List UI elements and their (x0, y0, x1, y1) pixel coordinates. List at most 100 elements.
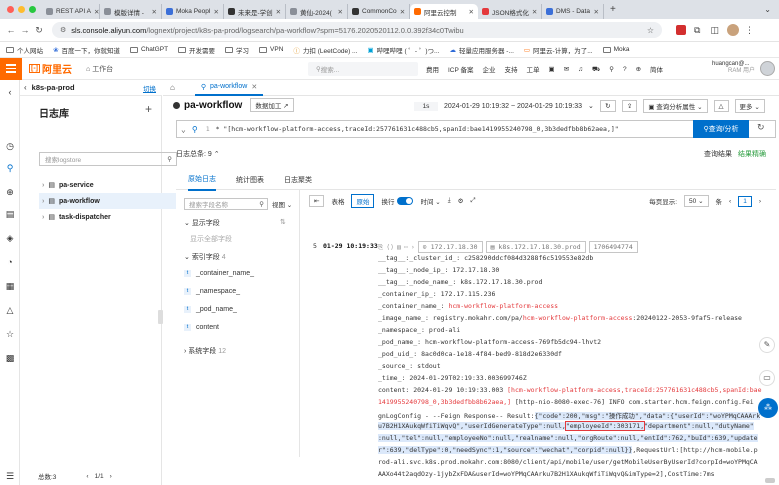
grid-icon[interactable]: ▩ (4, 352, 16, 364)
query-analysis-button[interactable]: ▣ 查询分析属性 ⌄ (643, 99, 708, 113)
browser-tab[interactable]: REST API A ✕ (42, 4, 100, 19)
collapse-icon[interactable]: ⇤ (309, 195, 325, 207)
top-link-ticket[interactable]: 工单 (527, 64, 540, 74)
context-icon[interactable]: ▥ (397, 243, 401, 251)
chevron-up-icon[interactable]: ⌃ (212, 151, 220, 158)
bookmark-item[interactable]: Moka (602, 46, 630, 53)
hamburger-menu-button[interactable] (0, 57, 22, 80)
workspace-link[interactable]: ⌂ 工作台 (86, 64, 113, 74)
tab-pa-workflow[interactable]: ⚲ pa-workflow ✕ (194, 80, 264, 96)
tab-charts[interactable]: 统计图表 (236, 175, 264, 185)
sidebar-icon[interactable]: ◫ (710, 25, 719, 36)
sort-icon[interactable]: ⇅ (280, 218, 286, 226)
field-item[interactable]: t _namespace_ (184, 288, 240, 295)
next-page-icon[interactable]: › (110, 473, 112, 480)
zoom-icon[interactable]: ⊕ (4, 186, 16, 198)
chevron-down-icon[interactable]: ⌄ (588, 102, 594, 110)
globe-icon[interactable]: ⊕ (636, 65, 641, 73)
console-search-input[interactable]: ⚲ 搜索... (308, 62, 418, 76)
download-icon[interactable]: ⤓ (448, 197, 451, 205)
mail-icon[interactable]: ✉ (564, 65, 569, 73)
site-settings-icon[interactable]: ⚙ (60, 26, 66, 34)
refresh-query-icon[interactable]: ↻ (757, 122, 765, 133)
assistant-icon[interactable]: ⁂ (758, 398, 778, 418)
expand-icon[interactable]: ⤢ (470, 197, 475, 205)
chevron-down-icon[interactable]: ⌄ (181, 125, 186, 134)
switch-project-link[interactable]: 切换 (143, 83, 156, 93)
top-link-enterprise[interactable]: 企业 (483, 64, 496, 74)
close-tab-icon[interactable]: ✕ (532, 8, 537, 16)
view-select[interactable]: 视图 ⌄ (272, 199, 292, 209)
toggle-switch[interactable] (397, 197, 414, 205)
bookmark-item[interactable]: 个人网站 (6, 45, 43, 55)
bookmark-item[interactable]: ▭ 阿里云-计算，为了... (524, 45, 593, 55)
help-icon[interactable]: ? (623, 66, 627, 73)
search-icon[interactable]: ⚲ (4, 162, 16, 174)
logstore-item-active[interactable]: › ▤ pa-workflow (39, 193, 176, 209)
close-icon[interactable]: ✕ (251, 83, 257, 91)
shown-fields-header[interactable]: ⌄ 显示字段 ⇅ (184, 218, 286, 228)
star-icon[interactable]: ☆ (4, 328, 16, 340)
field-item[interactable]: t _container_name_ (184, 270, 254, 277)
aliyun-logo[interactable]: [-] 阿里云 (29, 61, 72, 76)
scroll-handle[interactable] (765, 478, 775, 483)
new-tab-button[interactable]: + (610, 4, 616, 15)
chat-icon[interactable]: ▭ (759, 370, 775, 386)
terminal-icon[interactable]: ▣ (549, 65, 555, 73)
zoom-window-button[interactable] (29, 6, 36, 13)
logstore-item[interactable]: › ▤ task-dispatcher (39, 209, 176, 225)
top-link-fee[interactable]: 费用 (426, 64, 439, 74)
puzzle-icon[interactable]: ⧉ (694, 25, 700, 36)
alert-icon[interactable]: △ (713, 100, 729, 112)
system-fields-header[interactable]: › 系统字段 12 (184, 346, 226, 356)
close-tab-icon[interactable]: ✕ (594, 8, 599, 16)
bookmark-item[interactable]: ❀ 百度一下，你就知道 (53, 45, 120, 55)
browser-tab[interactable]: 模版详情 - ✕ (100, 4, 162, 19)
tab-list-chevron-icon[interactable]: ⌄ (764, 5, 771, 14)
share-icon[interactable]: ⇪ (621, 100, 638, 112)
browser-tab[interactable]: CommonCo ✕ (348, 4, 410, 19)
language-switch[interactable]: 简体 (650, 64, 663, 74)
clock-icon[interactable]: ◷ (4, 140, 16, 152)
prev-page-icon[interactable]: ‹ (86, 473, 88, 480)
close-tab-icon[interactable]: ✕ (469, 8, 474, 16)
bell-icon[interactable]: ♫ (578, 66, 583, 73)
field-item[interactable]: t content (184, 324, 219, 331)
menu-kebab-icon[interactable]: ⋮ (745, 25, 754, 36)
time-sort-button[interactable]: 时间 ⌄ (420, 196, 440, 206)
copy-icon[interactable]: ⎘ (378, 243, 383, 252)
code-icon[interactable]: ⟨⟩ (386, 243, 394, 251)
chart-icon[interactable]: ◔ (4, 256, 16, 268)
query-analyze-button[interactable]: ⚲ 查询/分析 (693, 120, 749, 138)
more-icon[interactable]: ⋯ (404, 243, 408, 251)
reload-icon[interactable]: ↻ (32, 25, 46, 36)
edit-pen-icon[interactable]: ✎ (759, 337, 775, 353)
bookmark-item[interactable]: ☁ 轻量应用服务器 -... (449, 45, 513, 55)
dashboard-icon[interactable]: ▦ (4, 280, 16, 292)
settings-icon[interactable]: ⚙ (458, 197, 464, 205)
table-view-button[interactable]: 表格 (331, 196, 344, 206)
show-all-fields-link[interactable]: 显示全部字段 (190, 234, 232, 244)
next-page-icon[interactable]: › (759, 198, 761, 205)
data-processing-button[interactable]: 数据加工 ↗ (250, 98, 294, 112)
bookmark-item[interactable]: 开发需要 (178, 45, 215, 55)
close-tab-icon[interactable]: ✕ (214, 8, 219, 16)
close-tab-icon[interactable]: ✕ (276, 8, 281, 16)
collapse-arrow-icon[interactable]: ‹ (4, 86, 16, 98)
tab-log-cluster[interactable]: 日志聚类 (284, 175, 312, 185)
relative-range[interactable]: 1s (414, 101, 438, 111)
close-tab-icon[interactable]: ✕ (152, 8, 157, 16)
avatar[interactable] (760, 61, 775, 76)
back-arrow-icon[interactable]: ← (4, 25, 18, 35)
back-chevron-icon[interactable]: ‹ (24, 83, 27, 92)
query-editor[interactable]: ⌄ ⚲ 1 * "[hcm-workflow-platform-access,t… (176, 120, 776, 138)
user-info[interactable]: huangcan@... RAM 用户 (712, 61, 755, 75)
current-page[interactable]: 1 (738, 195, 752, 207)
browser-tab[interactable]: JSON格式化 ✕ (478, 4, 542, 19)
logstore-search-input[interactable]: 搜索logstore ⚲ (39, 152, 177, 166)
indexed-fields-header[interactable]: ⌄ 索引字段 4 (184, 252, 226, 262)
bookmark-item[interactable]: 学习 (225, 45, 249, 55)
panel-resize-handle[interactable] (158, 310, 163, 324)
browser-tab[interactable]: 黄仙-2024(✕ (286, 4, 348, 19)
close-window-button[interactable] (7, 6, 14, 13)
